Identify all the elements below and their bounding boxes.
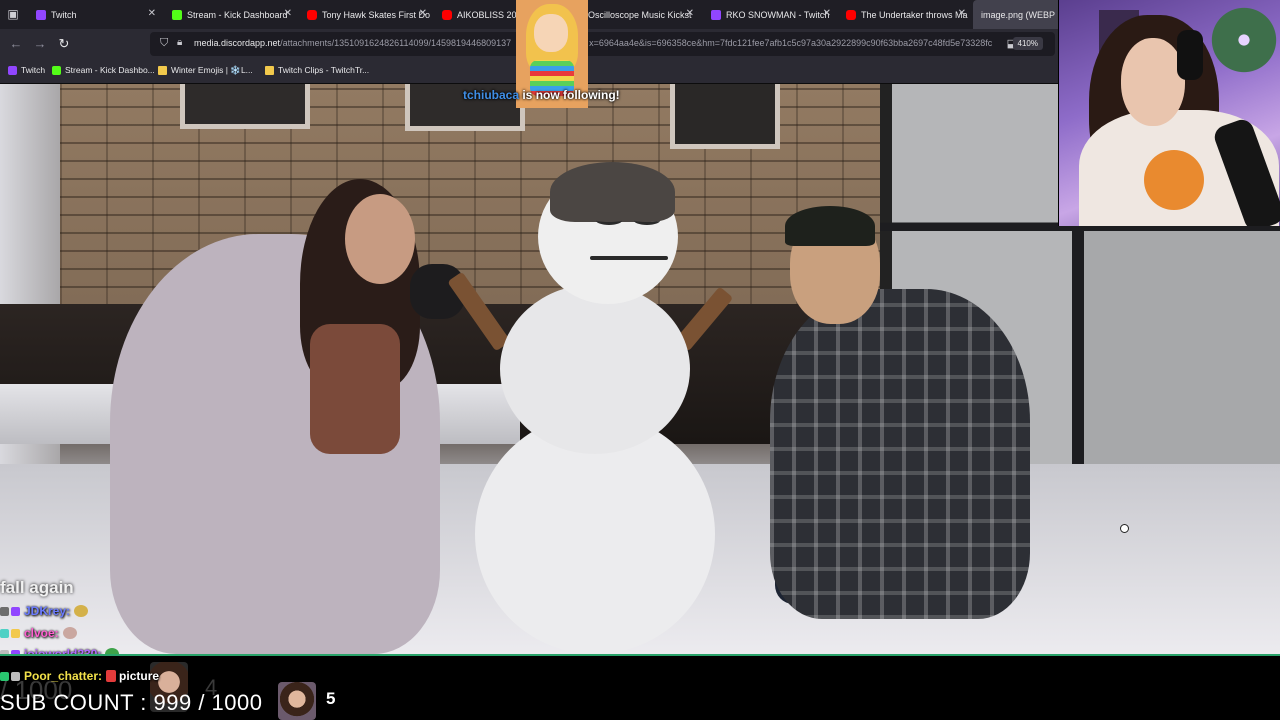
bookmark-label: Twitch Clips - TwitchTr...	[278, 65, 370, 75]
tab-label: Oscilloscope Music Kickst	[588, 9, 692, 20]
chat-message-text: fall again	[0, 578, 74, 597]
close-icon[interactable]: ✕	[958, 8, 966, 19]
twitchtracker-icon	[265, 65, 274, 75]
emote-icon	[62, 627, 77, 639]
window	[670, 84, 780, 149]
kick-icon	[52, 65, 61, 75]
chat-badge-icon	[0, 606, 9, 616]
chat-badge-icon	[11, 671, 20, 681]
chat-badge-icon	[0, 671, 9, 681]
youtube-icon	[846, 9, 856, 20]
bookmark-label: Twitch	[21, 65, 46, 75]
alert-character-face	[534, 14, 568, 52]
chat-line: JDKrey:	[0, 604, 89, 618]
snowman-eye	[634, 216, 660, 225]
streamer-face	[1121, 38, 1185, 126]
snowman-mouth	[590, 256, 668, 260]
tab-tony-hawk[interactable]: Tony Hawk Skates First Do ✕	[299, 0, 433, 29]
man-cap	[785, 206, 875, 246]
tab-label: The Undertaker throws Ma	[861, 9, 968, 20]
chat-badge-icon	[0, 628, 9, 638]
url-host: media.discordapp.net	[194, 38, 281, 48]
emote-icon	[74, 605, 89, 617]
snowman-eye	[596, 216, 622, 225]
kick-icon	[172, 9, 182, 20]
tab-label: Tony Hawk Skates First Do	[322, 9, 431, 20]
chat-partial-message: fall again	[0, 578, 74, 598]
counter-value: 5	[326, 689, 336, 708]
zoom-level[interactable]: 410%	[1012, 37, 1043, 50]
streamer-thumbnail	[278, 682, 316, 720]
emote-icon	[106, 670, 117, 682]
follow-alert-text: tchiubaca is now following!	[463, 88, 620, 102]
woman-shirt	[310, 324, 400, 454]
url-query: x=6964aa4e&is=696358ce&hm=7fdc121fee7afb…	[589, 38, 993, 48]
chat-message-text: picture	[119, 669, 160, 683]
close-icon[interactable]: ✕	[284, 8, 292, 19]
man-flannel	[770, 289, 1030, 619]
youtube-icon	[307, 9, 317, 20]
twitch-icon	[8, 65, 17, 75]
close-icon[interactable]: ✕	[148, 8, 156, 19]
twitch-icon	[711, 9, 721, 20]
url-text[interactable]: media.discordapp.net/attachments/1351091…	[194, 38, 994, 48]
mouse-cursor	[1120, 524, 1129, 533]
tab-label: RKO SNOWMAN - Twitch	[726, 9, 830, 20]
christmas-tree	[1209, 0, 1279, 80]
tab-oscilloscope[interactable]: Oscilloscope Music Kickst ✕	[580, 0, 700, 29]
close-icon[interactable]: ✕	[686, 8, 694, 19]
sweater-print	[1144, 150, 1204, 210]
bookmark-label: Winter Emojis | ❄️L...	[171, 65, 253, 75]
chat-username: JDKrey:	[24, 604, 71, 618]
bookmark-winter-emojis[interactable]: Winter Emojis | ❄️L...	[158, 65, 253, 76]
headset	[1177, 30, 1203, 80]
close-icon[interactable]: ✕	[419, 8, 427, 19]
chat-line: Poor_chatter: picture	[0, 669, 159, 683]
sub-count-text: SUB COUNT : 999 / 1000	[0, 690, 263, 715]
woman-face	[345, 194, 415, 284]
follow-alert-message: is now following!	[519, 88, 620, 102]
youtube-icon	[442, 9, 452, 20]
tab-twitch[interactable]: Twitch ✕	[28, 0, 162, 29]
shield-icon[interactable]: ⛉	[160, 37, 168, 50]
snowman-middle	[500, 284, 690, 454]
twitch-icon	[36, 9, 46, 20]
tab-image-png[interactable]: image.png (WEBP Ima	[973, 0, 1063, 29]
bookmark-label: Stream - Kick Dashbo...	[65, 65, 155, 75]
tab-label: image.png (WEBP Ima	[981, 9, 1063, 20]
bookmark-twitch-clips[interactable]: Twitch Clips - TwitchTr...	[265, 65, 369, 75]
tab-label: Twitch	[51, 9, 77, 20]
tab-list-icon[interactable]: ▣	[6, 7, 20, 21]
chat-username: Poor_chatter:	[24, 669, 103, 683]
url-path: /attachments/1351091624826114099/1459819…	[280, 38, 512, 48]
forward-arrow-icon[interactable]: →	[31, 35, 49, 53]
lock-icon[interactable]: 🔒︎	[177, 37, 182, 48]
close-icon[interactable]: ✕	[823, 8, 831, 19]
url-bar[interactable]: ⛉ 🔒︎ media.discordapp.net/attachments/13…	[150, 32, 1055, 56]
tab-label: Stream - Kick Dashboard	[187, 9, 288, 20]
webcam-feed	[1058, 0, 1280, 226]
folder-icon	[158, 66, 167, 75]
window	[180, 84, 310, 129]
follower-username: tchiubaca	[463, 88, 520, 102]
chat-badge-icon	[11, 628, 20, 638]
chat-badge-icon	[11, 606, 20, 616]
tab-kick-dashboard[interactable]: Stream - Kick Dashboard ✕	[164, 0, 298, 29]
bookmark-twitch[interactable]: Twitch	[8, 65, 45, 75]
snowman-hat	[550, 162, 675, 222]
tab-undertaker[interactable]: The Undertaker throws Ma ✕	[838, 0, 972, 29]
chat-username: clvoe:	[24, 626, 59, 640]
chat-line: clvoe:	[0, 626, 77, 640]
reload-icon[interactable]: ↻	[55, 35, 73, 53]
back-arrow-icon[interactable]: ←	[7, 35, 25, 53]
bookmark-kick-dashboard[interactable]: Stream - Kick Dashbo...	[52, 65, 155, 75]
tab-rko-snowman[interactable]: RKO SNOWMAN - Twitch ✕	[703, 0, 837, 29]
